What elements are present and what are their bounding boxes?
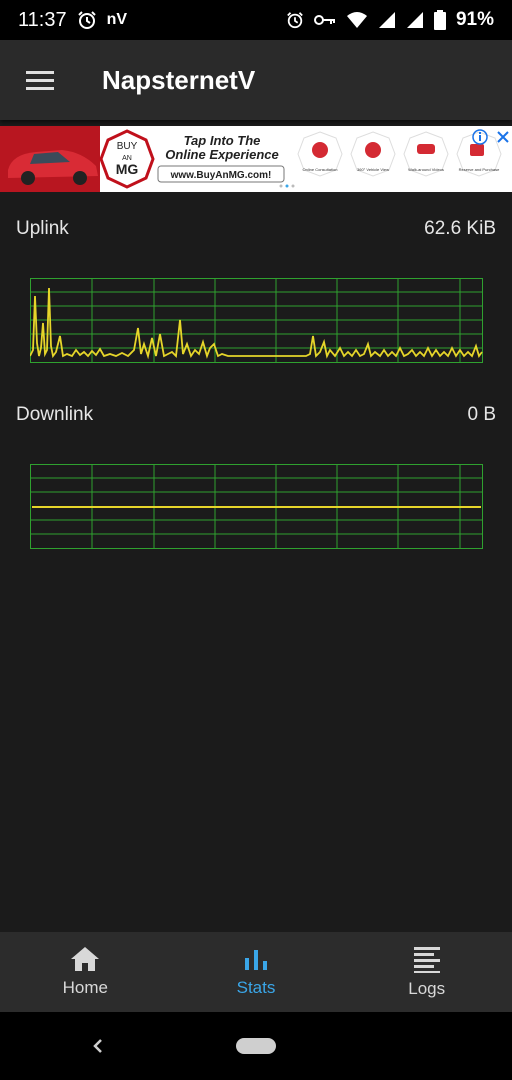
uplink-grid	[30, 278, 483, 363]
battery-percent: 91%	[455, 9, 494, 30]
logs-icon	[413, 947, 440, 973]
ad-feature-label: Reserve and Purchase	[459, 167, 500, 172]
wifi-icon	[346, 12, 367, 28]
ad-banner[interactable]: BUY AN MG Tap Into The Online Experience…	[0, 126, 512, 192]
alarm-icon	[77, 11, 96, 29]
system-navigation-bar	[0, 1012, 512, 1080]
home-icon	[71, 947, 100, 971]
alarm-icon	[287, 12, 303, 29]
nav-home-label: Home	[62, 978, 109, 997]
ad-feature-2: 360° Vehicle View	[350, 131, 396, 177]
status-bar: 11:37 nV 91%	[0, 0, 512, 40]
uplink-graph	[30, 278, 483, 363]
ad-feature-label: 360° Vehicle View	[357, 167, 389, 172]
brand-badge: BUY AN MG	[99, 129, 155, 189]
nav-home[interactable]: Home	[0, 932, 171, 1012]
uplink-value: 62.6 KiB	[424, 218, 496, 239]
menu-button[interactable]	[0, 40, 80, 120]
signal-icon	[378, 12, 395, 28]
ad-feature-3: Walk-around Videos	[403, 131, 449, 177]
menu-icon	[26, 71, 54, 90]
badge-line3: MG	[116, 161, 139, 177]
app-title: NapsternetV	[102, 64, 256, 95]
nav-stats-label: Stats	[236, 978, 276, 997]
uplink-traffic-line	[30, 287, 483, 360]
downlink-value: 0 B	[467, 404, 496, 425]
downlink-graph	[30, 464, 483, 549]
bottom-navigation: Home Stats Logs	[0, 932, 512, 1012]
signal-icon	[406, 12, 423, 28]
ad-feature-1: Online Consultation	[297, 131, 343, 177]
nav-logs-label: Logs	[408, 979, 446, 998]
ad-graphic[interactable]: BUY AN MG Tap Into The Online Experience…	[0, 126, 512, 192]
ad-feature-label: Online Consultation	[303, 167, 338, 172]
ad-headline-line1: Tap Into The	[184, 133, 261, 148]
ad-url: www.BuyAnMG.com!	[170, 170, 272, 181]
ad-feature-label: Walk-around Videos	[408, 167, 444, 172]
nav-logs[interactable]: Logs	[341, 932, 512, 1012]
downlink-label: Downlink	[16, 404, 94, 425]
status-time: 11:37	[18, 8, 67, 31]
ad-headline-line2: Online Experience	[165, 147, 278, 162]
app-bar: NapsternetV	[0, 40, 512, 120]
nav-stats[interactable]: Stats	[171, 932, 342, 1012]
uplink-label: Uplink	[16, 218, 69, 239]
badge-line1: BUY	[117, 141, 138, 152]
bar-chart-icon	[245, 950, 267, 970]
app-indicator: nV	[106, 11, 128, 28]
home-pill-icon[interactable]	[236, 1038, 276, 1054]
battery-icon	[433, 10, 446, 30]
back-icon[interactable]	[90, 1038, 106, 1054]
vpn-key-icon	[313, 15, 335, 25]
